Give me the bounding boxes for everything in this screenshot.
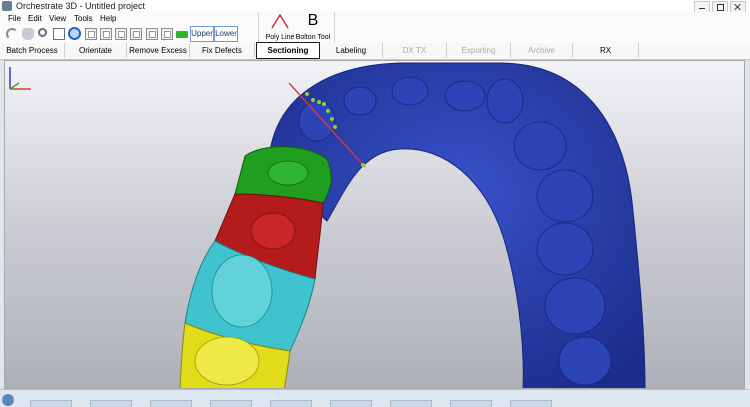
tab-rx[interactable]: RX: [573, 43, 639, 58]
window-title: Orchestrate 3D - Untitled project: [16, 1, 146, 11]
start-button[interactable]: [2, 394, 14, 406]
tab-sectioning[interactable]: Sectioning: [256, 42, 320, 59]
view-right-icon[interactable]: [130, 28, 142, 40]
taskbar-item[interactable]: [390, 400, 432, 407]
taskbar-item[interactable]: [90, 400, 132, 407]
menu-bar: File Edit View Tools Help: [0, 12, 750, 25]
bolton-tool-label: Bolton Tool: [295, 34, 331, 41]
taskbar-item[interactable]: [510, 400, 552, 407]
tab-batch-process[interactable]: Batch Process: [0, 43, 65, 58]
view-left-icon[interactable]: [115, 28, 127, 40]
axis-indicator: [9, 67, 31, 90]
taskbar-item[interactable]: [30, 400, 72, 407]
stage-tab-bar: Batch Process Orientate Remove Excess Fi…: [0, 42, 750, 60]
taskbar: [0, 389, 750, 407]
menu-help[interactable]: Help: [100, 12, 116, 25]
lower-jaw-button[interactable]: Lower: [214, 26, 238, 42]
pan-hand-icon[interactable]: [22, 28, 34, 40]
toolbar: Upper Lower: [0, 25, 750, 43]
bolton-tool[interactable]: B Bolton Tool: [290, 12, 336, 42]
undo-icon[interactable]: [6, 28, 18, 40]
orbit-icon[interactable]: [68, 27, 81, 40]
menu-view[interactable]: View: [49, 12, 66, 25]
taskbar-item[interactable]: [210, 400, 252, 407]
tab-remove-excess[interactable]: Remove Excess: [127, 43, 190, 58]
view-bottom-icon[interactable]: [161, 28, 173, 40]
tab-exporting[interactable]: Exporting: [447, 43, 511, 58]
taskbar-item[interactable]: [270, 400, 312, 407]
view-front-icon[interactable]: [85, 28, 97, 40]
tab-labeling[interactable]: Labeling: [320, 43, 383, 58]
view-back-icon[interactable]: [100, 28, 112, 40]
zoom-window-icon[interactable]: [53, 28, 65, 40]
zoom-icon[interactable]: [38, 28, 47, 37]
tab-archive[interactable]: Archive: [511, 43, 573, 58]
menu-file[interactable]: File: [8, 12, 21, 25]
tab-orientate[interactable]: Orientate: [65, 43, 127, 58]
dental-arch-model[interactable]: [5, 61, 745, 389]
upper-jaw-button[interactable]: Upper: [190, 26, 214, 42]
menu-edit[interactable]: Edit: [28, 12, 42, 25]
tab-dx-tx[interactable]: DX TX: [383, 43, 447, 58]
taskbar-item[interactable]: [450, 400, 492, 407]
taskbar-item[interactable]: [150, 400, 192, 407]
menu-tools[interactable]: Tools: [74, 12, 93, 25]
taskbar-item[interactable]: [330, 400, 372, 407]
green-arch-icon[interactable]: [176, 31, 188, 38]
app-icon: [2, 1, 12, 11]
view-top-icon[interactable]: [146, 28, 158, 40]
tab-fix-defects[interactable]: Fix Defects: [190, 43, 255, 58]
3d-viewport[interactable]: [4, 60, 745, 389]
bolton-icon: B: [307, 12, 319, 29]
